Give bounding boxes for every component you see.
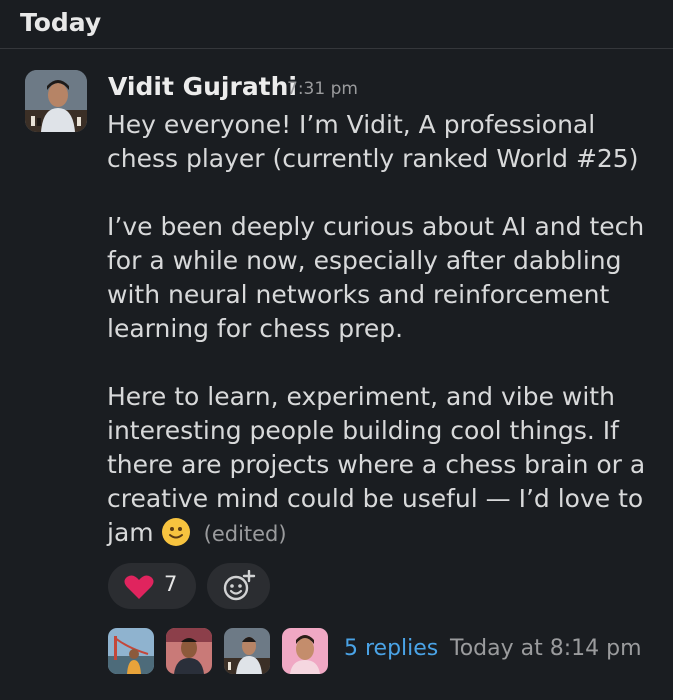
slightly-smiling-face-icon [161, 518, 190, 546]
thread-participant-avatar[interactable] [224, 628, 270, 674]
author-name[interactable]: Vidit Gujrathi [108, 72, 297, 101]
edited-label: (edited) [203, 522, 287, 546]
participant-photo [108, 628, 154, 674]
participant-photo [282, 628, 328, 674]
add-reaction-icon [223, 570, 256, 601]
message-paragraph: I’ve been deeply curious about AI and te… [107, 212, 645, 343]
thread-participant-avatar[interactable] [282, 628, 328, 674]
participant-photo [166, 628, 212, 674]
reaction-count: 7 [164, 572, 178, 596]
thread-replies-link[interactable]: 5 replies [344, 636, 438, 661]
message-paragraph: Here to learn, experiment, and vibe with… [107, 380, 667, 551]
reaction-heart[interactable]: 7 [108, 563, 196, 609]
author-avatar[interactable] [25, 70, 87, 132]
day-divider: Today [0, 0, 673, 49]
thread-last-reply-time: Today at 8:14 pm [450, 636, 642, 661]
add-reaction-button[interactable] [207, 563, 270, 609]
day-divider-label[interactable]: Today [20, 8, 101, 37]
thread-participant-avatar[interactable] [166, 628, 212, 674]
participant-photo [224, 628, 270, 674]
red-heart-icon [124, 575, 154, 599]
avatar-photo [25, 70, 87, 132]
thread-participant-avatar[interactable] [108, 628, 154, 674]
message-body: Hey everyone! I’m Vidit, A professional … [107, 108, 667, 551]
message-timestamp[interactable]: 7:31 pm [287, 79, 358, 99]
message-paragraph: Hey everyone! I’m Vidit, A professional … [107, 110, 639, 173]
